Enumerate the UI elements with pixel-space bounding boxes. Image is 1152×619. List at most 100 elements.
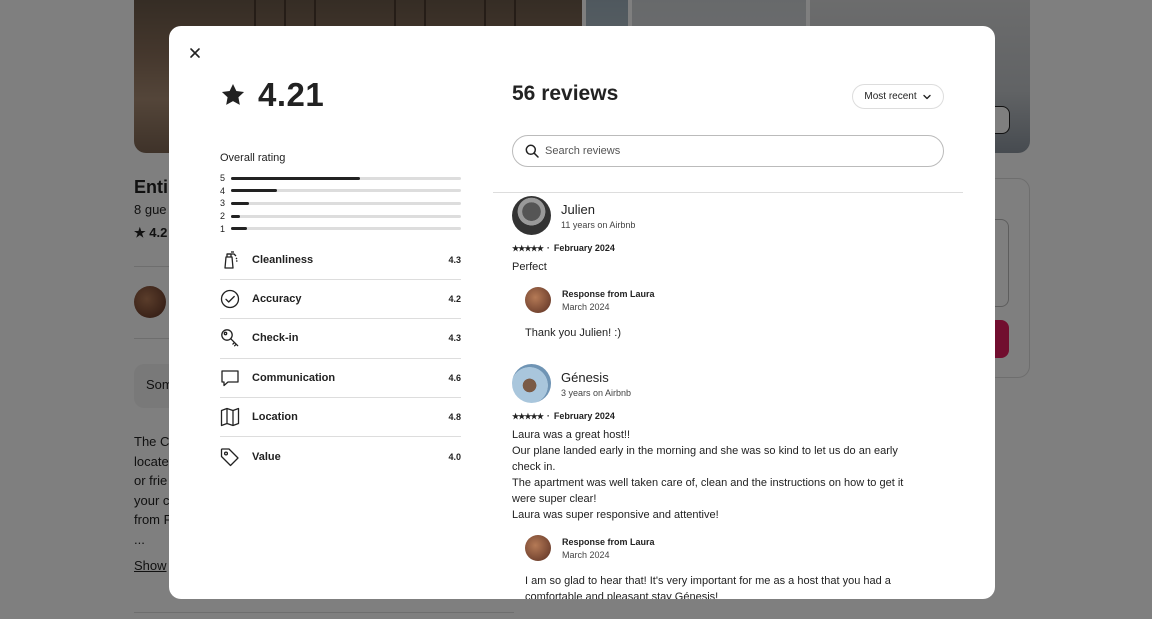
review-item: Génesis 3 years on Airbnb ★★★★★ · Februa… <box>512 364 952 599</box>
sort-dropdown[interactable]: Most recent <box>852 84 944 109</box>
search-input[interactable] <box>545 145 905 157</box>
reviewer-avatar[interactable] <box>512 364 551 403</box>
histogram-label: 1 <box>220 223 226 234</box>
review-text-line: Our plane landed early in the morning an… <box>512 445 898 457</box>
reviewer-header: Génesis 3 years on Airbnb <box>512 364 952 403</box>
overall-rating: 4.21 <box>220 76 324 114</box>
search-icon <box>525 144 539 158</box>
chat-bubble-icon <box>220 368 240 388</box>
category-score: 4.6 <box>448 372 461 383</box>
review-item: Julien 11 years on Airbnb ★★★★★ · Februa… <box>512 196 952 341</box>
category-name: Cleanliness <box>252 254 314 267</box>
review-date: February 2024 <box>553 411 615 421</box>
histogram-label: 4 <box>220 185 226 196</box>
dot-separator: · <box>546 243 550 253</box>
histogram-track <box>231 189 461 193</box>
histogram-row: 3 <box>220 197 461 210</box>
response-date: March 2024 <box>562 301 610 312</box>
response-title: Response from Laura <box>562 536 655 547</box>
rating-histogram: 5 4 3 2 1 <box>220 172 461 235</box>
review-text-line: Laura was super responsive and attentive… <box>512 509 719 521</box>
sort-label: Most recent <box>864 91 917 102</box>
category-value: Value 4.0 <box>220 437 461 476</box>
histogram-row: 1 <box>220 222 461 235</box>
dot-separator: · <box>546 411 550 421</box>
star-rating: ★★★★★ <box>512 243 544 253</box>
category-score: 4.2 <box>448 294 461 305</box>
histogram-label: 3 <box>220 198 226 209</box>
histogram-bar <box>231 214 241 218</box>
reviewer-name: Génesis <box>561 369 609 385</box>
category-score: 4.3 <box>448 255 461 266</box>
close-button[interactable] <box>183 41 207 65</box>
histogram-bar <box>231 189 277 193</box>
histogram-row: 5 <box>220 172 461 185</box>
check-circle-icon <box>220 289 240 309</box>
key-icon <box>220 328 240 348</box>
divider <box>493 192 963 193</box>
reviewer-header: Julien 11 years on Airbnb <box>512 196 952 235</box>
category-location: Location 4.8 <box>220 398 461 437</box>
review-text-line: were super clear! <box>512 493 597 505</box>
host-avatar[interactable] <box>525 287 551 313</box>
reviewer-name: Julien <box>561 201 595 217</box>
category-score: 4.3 <box>448 333 461 344</box>
response-text: Thank you Julien! :) <box>525 325 952 341</box>
category-cleanliness: Cleanliness 4.3 <box>220 241 461 281</box>
star-rating: ★★★★★ <box>512 411 544 421</box>
response-text: I am so glad to hear that! It's very imp… <box>525 573 952 599</box>
close-icon <box>190 48 200 58</box>
histogram-bar <box>231 176 360 180</box>
reviews-title: 56 reviews <box>512 82 619 105</box>
spray-bottle-icon <box>220 250 240 270</box>
overall-rating-label: Overall rating <box>220 152 286 164</box>
response-text-line: Thank you Julien! :) <box>525 327 621 339</box>
review-text-line: The apartment was well taken care of, cl… <box>512 477 904 489</box>
histogram-bar <box>231 201 250 205</box>
histogram-track <box>231 201 461 205</box>
histogram-label: 2 <box>220 211 226 222</box>
response-title: Response from Laura <box>562 288 655 299</box>
response-info: Response from Laura March 2024 <box>562 289 655 312</box>
histogram-track <box>231 176 461 180</box>
reviewer-info: Julien 11 years on Airbnb <box>561 202 635 230</box>
reviews-modal: 4.21 Overall rating 5 4 3 2 1 Cleanlines… <box>169 26 995 599</box>
reviewer-tenure: 11 years on Airbnb <box>561 219 636 230</box>
category-name: Value <box>252 450 281 463</box>
reviewer-tenure: 3 years on Airbnb <box>561 387 632 398</box>
tag-icon <box>220 447 240 467</box>
histogram-row: 2 <box>220 210 461 223</box>
category-score: 4.0 <box>448 451 461 462</box>
category-score: 4.8 <box>448 411 461 422</box>
histogram-label: 5 <box>220 173 226 184</box>
category-name: Location <box>252 410 298 423</box>
category-check-in: Check-in 4.3 <box>220 319 461 359</box>
histogram-track <box>231 227 461 231</box>
histogram-row: 4 <box>220 185 461 198</box>
review-meta: ★★★★★ · February 2024 <box>512 243 952 253</box>
review-text: Perfect <box>512 259 952 275</box>
review-date: February 2024 <box>553 243 615 253</box>
reviewer-avatar[interactable] <box>512 196 551 235</box>
host-avatar[interactable] <box>525 535 551 561</box>
review-text-line: Perfect <box>512 261 547 273</box>
review-text: Laura was a great host!! Our plane lande… <box>512 427 952 523</box>
review-text-line: Laura was a great host!! <box>512 429 631 441</box>
host-response: Response from Laura March 2024 <box>525 535 952 561</box>
review-meta: ★★★★★ · February 2024 <box>512 411 952 421</box>
response-text-line: I am so glad to hear that! It's very imp… <box>525 575 891 587</box>
category-accuracy: Accuracy 4.2 <box>220 280 461 320</box>
star-icon <box>221 83 245 105</box>
histogram-track <box>231 214 461 218</box>
category-ratings: Cleanliness 4.3 Accuracy 4.2 Check-in 4.… <box>220 241 461 476</box>
reviewer-info: Génesis 3 years on Airbnb <box>561 370 631 398</box>
map-icon <box>220 407 240 427</box>
chevron-down-icon <box>922 94 931 99</box>
response-date: March 2024 <box>562 549 610 560</box>
review-search[interactable] <box>512 135 944 167</box>
host-response: Response from Laura March 2024 <box>525 287 952 313</box>
response-info: Response from Laura March 2024 <box>562 537 655 560</box>
category-name: Check-in <box>252 332 299 345</box>
review-text-line: check in. <box>512 461 556 473</box>
histogram-bar <box>231 227 248 231</box>
